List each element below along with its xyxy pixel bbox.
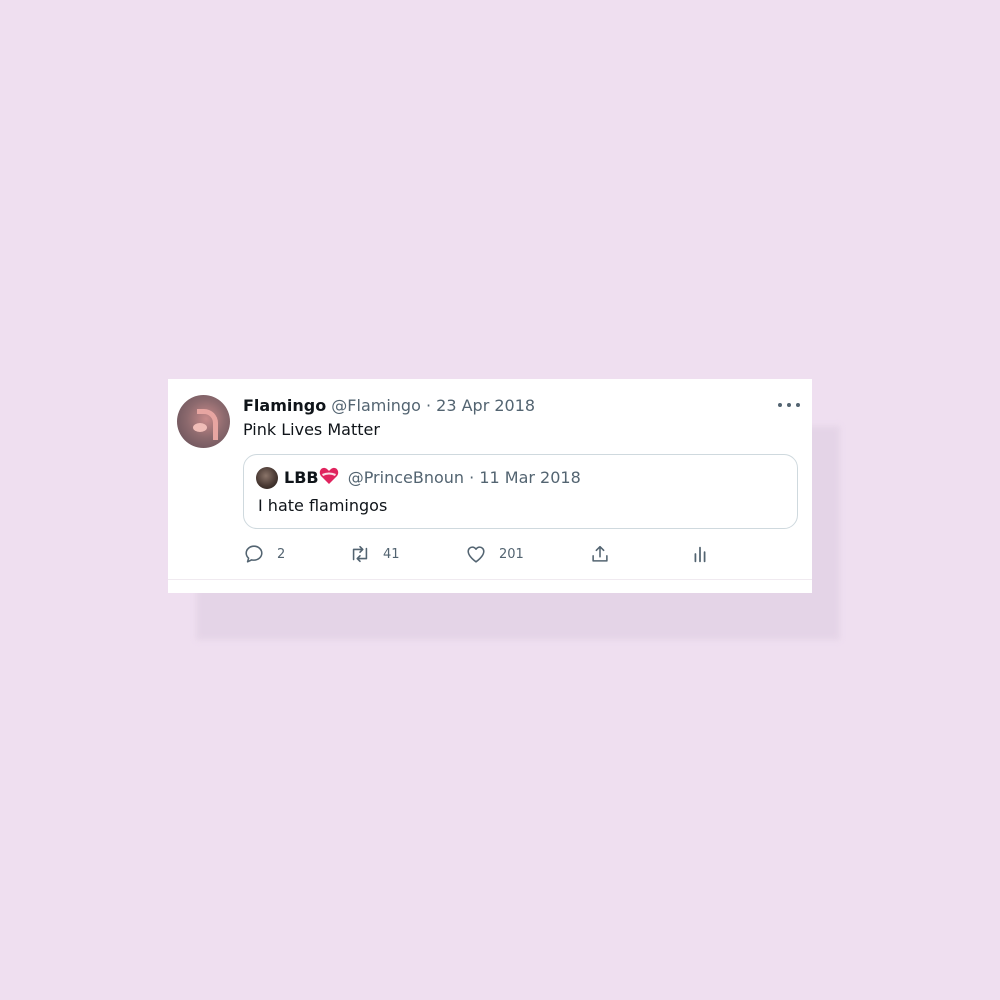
card-divider — [168, 579, 812, 580]
retweet-button[interactable]: 41 — [349, 542, 400, 566]
like-button[interactable]: 201 — [465, 542, 524, 566]
quoted-tweet[interactable]: LBB @PrinceBnoun · 11 Mar 2018 I hate fl… — [243, 454, 798, 529]
quoted-user-handle: @PrinceBnoun — [347, 468, 465, 487]
tweet-text: Pink Lives Matter — [243, 420, 380, 439]
quoted-display-name: LBB — [284, 468, 319, 487]
like-count: 201 — [499, 546, 524, 562]
retweet-icon — [352, 545, 368, 563]
user-avatar[interactable] — [177, 395, 230, 448]
share-button[interactable] — [589, 542, 611, 566]
retweet-count: 41 — [383, 546, 400, 562]
heart-icon — [467, 546, 485, 563]
more-options-icon[interactable] — [778, 399, 800, 411]
analytics-button[interactable] — [689, 542, 711, 566]
header-separator: · — [425, 396, 432, 415]
analytics-icon — [694, 546, 706, 563]
reply-icon — [245, 545, 263, 563]
user-handle[interactable]: @Flamingo — [331, 396, 421, 415]
tweet-actions-bar: 2 41 201 — [243, 542, 803, 566]
reply-button[interactable]: 2 — [243, 542, 285, 566]
quoted-tweet-text: I hate flamingos — [258, 496, 388, 515]
tweet-card[interactable]: Flamingo @Flamingo · 23 Apr 2018 Pink Li… — [168, 379, 812, 593]
flamingo-head-shape — [193, 423, 207, 432]
display-name[interactable]: Flamingo — [243, 396, 326, 415]
reply-count: 2 — [277, 546, 286, 562]
tweet-header: Flamingo @Flamingo · 23 Apr 2018 — [243, 395, 535, 417]
share-icon — [592, 545, 608, 562]
quoted-user-avatar — [256, 467, 278, 489]
quoted-tweet-header: LBB @PrinceBnoun · 11 Mar 2018 — [284, 467, 581, 491]
tweet-date[interactable]: 23 Apr 2018 — [436, 396, 535, 415]
heart-emoji-icon — [319, 467, 339, 491]
quoted-tweet-date: 11 Mar 2018 — [479, 468, 581, 487]
quoted-header-separator: · — [469, 468, 475, 487]
